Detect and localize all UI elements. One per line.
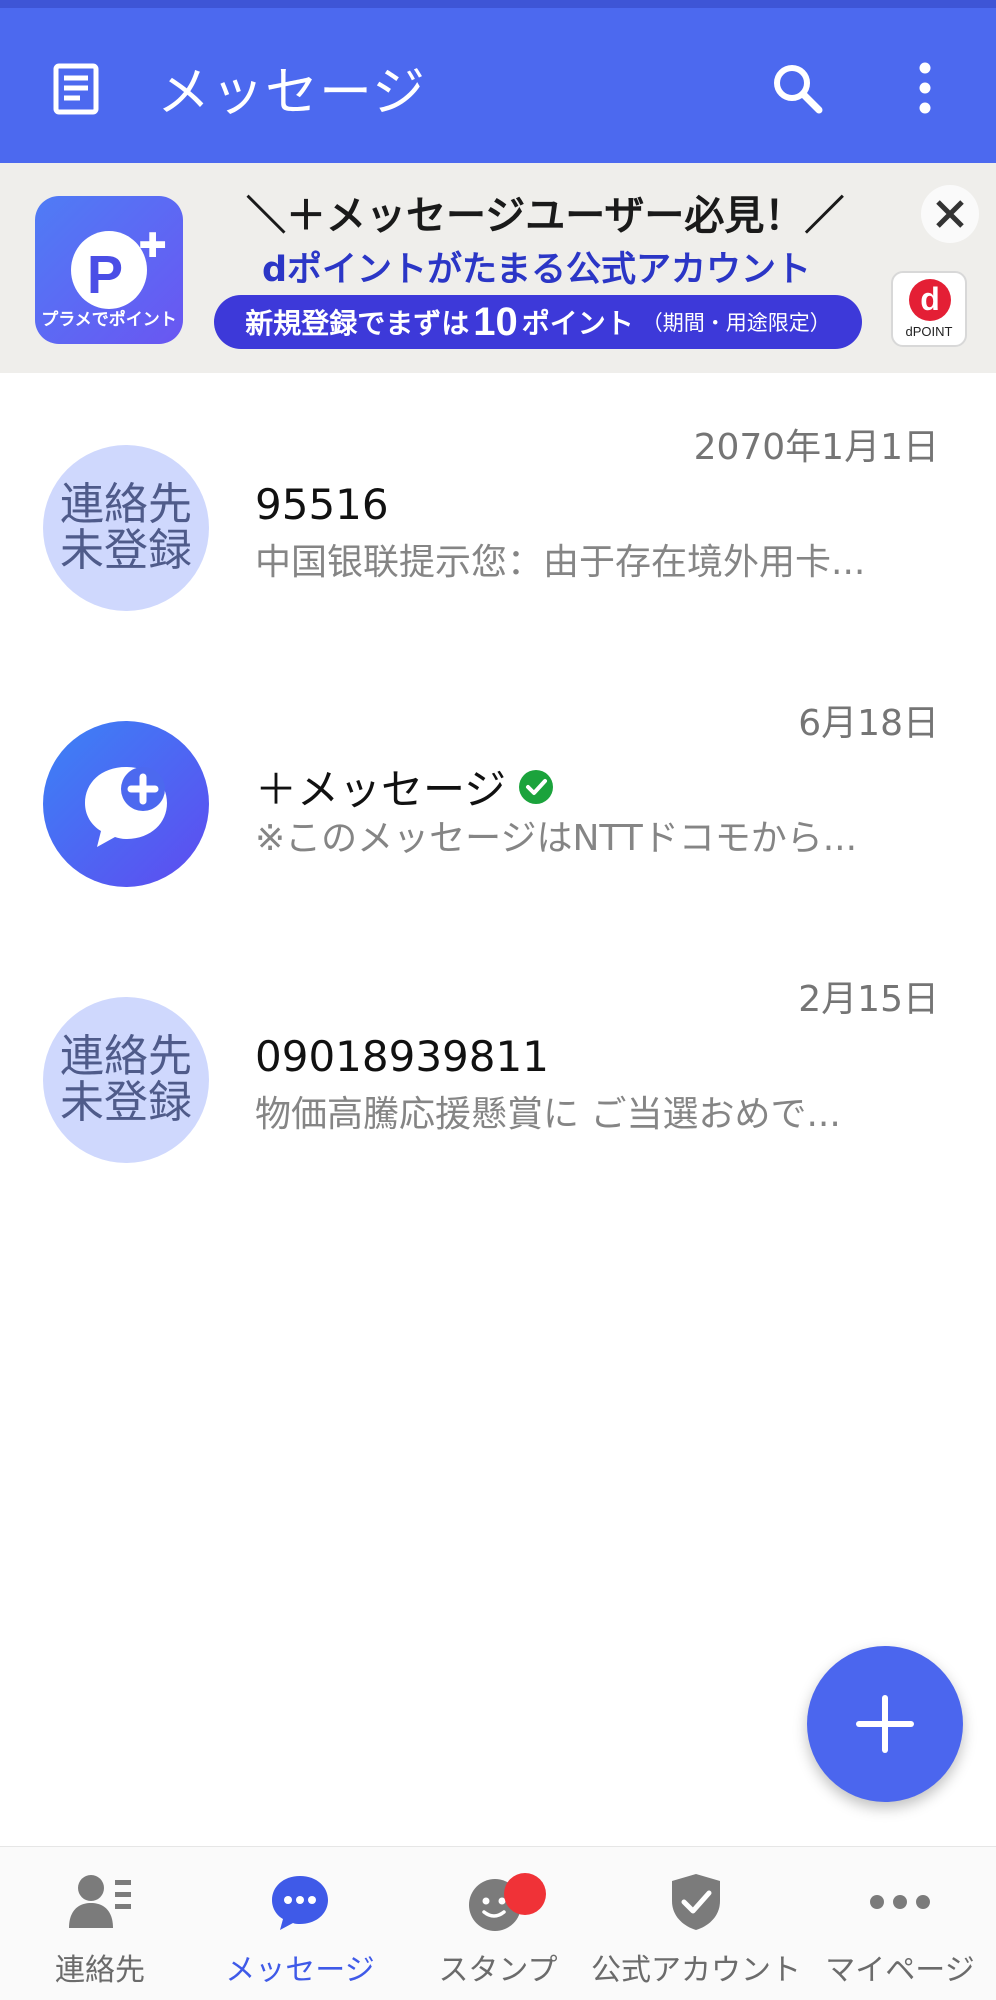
offer-prefix: 新規登録でまずは [245,307,470,340]
nav-label: マイページ [825,1953,975,1988]
banner-offer-pill: 新規登録でまずは 10 ポイント （期間・用途限定） [214,295,862,349]
more-horizontal-icon [850,1869,950,1935]
dpoint-logo: d dPOINT [891,271,967,347]
conversation-preview: 中国银联提示您：由于存在境外用卡... [255,542,866,583]
nav-label: スタンプ [438,1953,558,1988]
avatar-label-line2: 未登録 [60,1077,192,1128]
conversation-name-text: ＋メッセージ [255,765,507,814]
conversation-name-text: 09018939811 [255,1032,549,1081]
nav-item-contacts[interactable]: 連絡先 [38,1847,162,2000]
logo-caption: プラメでポイント [41,310,177,330]
contacts-icon [50,1869,150,1935]
avatar: 連絡先 未登録 [43,997,209,1163]
nav-label: 連絡先 [55,1953,145,1988]
document-menu-icon[interactable] [43,55,109,121]
offer-number: 10 [473,299,518,344]
offer-suffix: ポイント [521,307,634,340]
banner-headline: ＼＋メッセージユーザー必見！／ [246,193,845,239]
conversation-row[interactable]: 6月18日 ＋メッセージ ※このメッセージはNTTドコモから... [0,666,996,942]
bottom-navigation: 連絡先 メッセージ スタンプ 公式アカウント マイページ [0,1846,996,2000]
close-icon[interactable] [921,185,979,243]
nav-label: 公式アカウント [591,1953,801,1988]
nav-item-official-accounts[interactable]: 公式アカウント [591,1847,801,2000]
verified-icon [519,769,554,804]
avatar: 連絡先 未登録 [43,445,209,611]
sticker-icon [448,1869,548,1935]
status-strip [0,0,996,8]
conversation-name-text: 95516 [255,480,389,529]
offer-note: （期間・用途限定） [641,311,831,335]
avatar-label-line1: 連絡先 [60,1031,192,1082]
chat-bubble-icon [250,1869,350,1935]
conversation-row[interactable]: 連絡先 未登録 2月15日 09018939811 物価高騰応援懸賞に ご当選お… [0,942,996,1218]
promo-banner[interactable]: P ✚ プラメでポイント ＼＋メッセージユーザー必見！／ dポイントがたまる公式… [0,163,996,373]
conversation-date: 2月15日 [798,979,939,1020]
conversation-date: 2070年1月1日 [693,427,939,468]
plame-point-logo: P ✚ プラメでポイント [35,196,183,344]
dpoint-label: dPOINT [905,324,953,339]
notification-badge [504,1873,546,1915]
app-header: メッセージ [0,8,996,163]
banner-subheadline: dポイントがたまる公式アカウント [262,250,812,290]
avatar-label-line1: 連絡先 [60,479,192,530]
more-vertical-icon[interactable] [892,55,958,121]
nav-label: メッセージ [225,1953,375,1988]
conversation-preview: 物価高騰応援懸賞に ご当選おめで... [255,1094,841,1135]
page-title: メッセージ [157,62,426,123]
shield-check-icon [646,1869,746,1935]
avatar-label-line2: 未登録 [60,525,192,576]
plus-message-icon [43,721,209,887]
plus-icon [856,1695,914,1753]
conversation-row[interactable]: 連絡先 未登録 2070年1月1日 95516 中国银联提示您：由于存在境外用卡… [0,390,996,666]
conversation-date: 6月18日 [798,703,939,744]
nav-item-mypage[interactable]: マイページ [820,1847,980,2000]
conversation-name: 09018939811 [255,1032,549,1081]
nav-item-stamps[interactable]: スタンプ [428,1847,568,2000]
conversation-name: 95516 [255,480,389,529]
nav-item-messages[interactable]: メッセージ [220,1847,380,2000]
new-message-button[interactable] [807,1646,963,1802]
conversation-preview: ※このメッセージはNTTドコモから... [255,818,858,859]
search-icon[interactable] [764,55,830,121]
conversation-name: ＋メッセージ [255,756,554,817]
